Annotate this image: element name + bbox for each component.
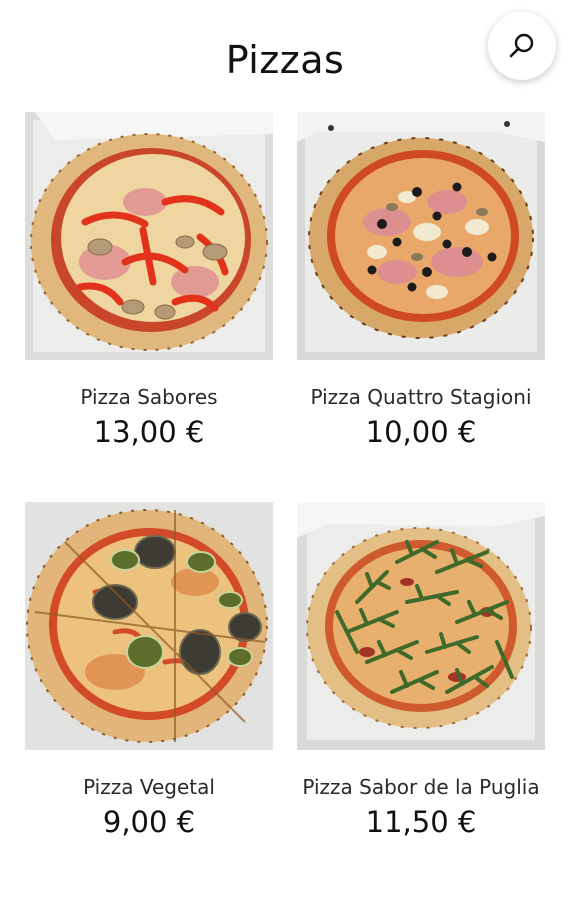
page-title: Pizzas (225, 38, 345, 82)
pizza-photo (297, 502, 545, 750)
pizza-card[interactable]: Pizza Quattro Stagioni 10,00 € (297, 112, 545, 450)
search-icon (509, 33, 534, 58)
pizza-price: 10,00 € (365, 415, 477, 449)
pizza-price: 11,50 € (365, 805, 477, 839)
pizza-photo (25, 112, 273, 360)
pizza-price: 13,00 € (93, 415, 205, 449)
pizza-photo (297, 112, 545, 360)
pizza-name: Pizza Sabor de la Puglia (302, 775, 540, 799)
pizza-card[interactable]: Pizza Vegetal 9,00 € (25, 502, 273, 840)
pizza-price: 9,00 € (102, 805, 196, 839)
pizza-name: Pizza Sabores (80, 385, 218, 409)
pizza-card[interactable]: Pizza Sabor de la Puglia 11,50 € (297, 502, 545, 840)
search-button[interactable] (488, 12, 556, 80)
pizza-name: Pizza Quattro Stagioni (310, 385, 532, 409)
pizza-card[interactable]: Pizza Sabores 13,00 € (25, 112, 273, 450)
pizza-name: Pizza Vegetal (83, 775, 215, 799)
pizza-photo (25, 502, 273, 750)
